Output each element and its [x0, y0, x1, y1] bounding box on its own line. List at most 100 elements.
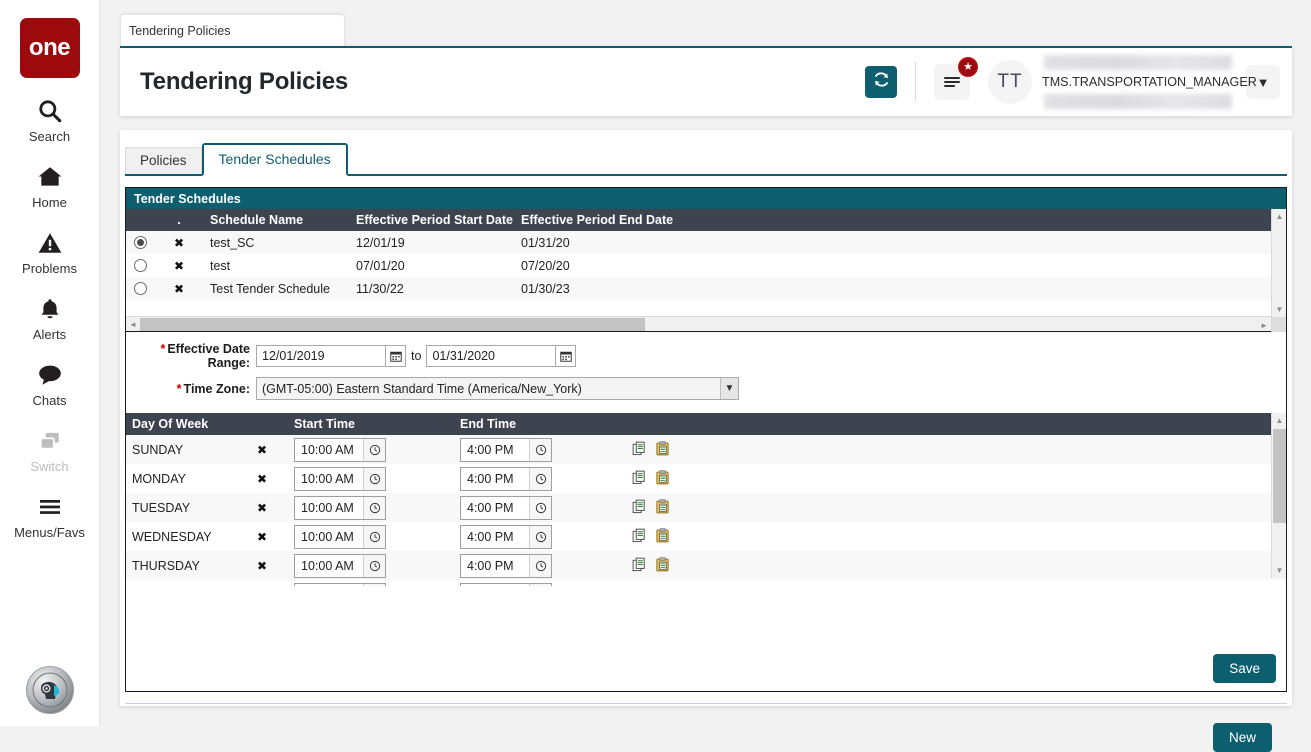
- refresh-icon: [872, 70, 891, 94]
- clock-icon[interactable]: [363, 584, 385, 587]
- end-date-input[interactable]: 01/31/2020: [426, 345, 556, 367]
- calendar-icon[interactable]: [386, 345, 406, 367]
- copy-icon[interactable]: [632, 586, 647, 587]
- column-end-date[interactable]: Effective Period End Date: [515, 213, 945, 227]
- tab-policies[interactable]: Policies: [125, 147, 202, 174]
- table-row[interactable]: WEDNESDAY ✖ 10:00 AM 4:00 PM: [126, 522, 1286, 551]
- timezone-select[interactable]: (GMT-05:00) Eastern Standard Time (Ameri…: [256, 377, 739, 400]
- start-time-input[interactable]: 10:00 AM: [294, 583, 386, 587]
- end-time-input[interactable]: 4:00 PM: [460, 583, 552, 587]
- drag-icon[interactable]: ✖: [236, 560, 288, 572]
- drag-icon[interactable]: ✖: [154, 283, 204, 295]
- copy-icon[interactable]: [632, 441, 647, 459]
- app-logo[interactable]: one: [20, 18, 80, 78]
- row-radio-cell[interactable]: [126, 259, 154, 272]
- avatar[interactable]: TT: [988, 60, 1032, 104]
- refresh-button[interactable]: [865, 66, 897, 98]
- row-radio[interactable]: [134, 259, 147, 272]
- column-day-of-week[interactable]: Day Of Week: [126, 417, 288, 431]
- copy-icon[interactable]: [632, 499, 647, 517]
- scroll-down-icon[interactable]: ▼: [1272, 563, 1287, 578]
- sidebar-item-menus-favs[interactable]: Menus/Favs: [0, 492, 100, 540]
- clock-icon[interactable]: [363, 439, 385, 461]
- copy-icon[interactable]: [632, 470, 647, 488]
- start-time-input[interactable]: 10:00 AM: [294, 438, 386, 462]
- paste-icon[interactable]: [655, 470, 670, 488]
- favorites-menu-button[interactable]: ★: [934, 64, 970, 100]
- copy-icon[interactable]: [632, 557, 647, 575]
- row-radio[interactable]: [134, 282, 147, 295]
- save-button[interactable]: Save: [1213, 654, 1276, 683]
- table-row[interactable]: ✖ test_SC 12/01/19 01/31/20: [126, 231, 1286, 254]
- start-time-input[interactable]: 10:00 AM: [294, 467, 386, 491]
- end-time-input[interactable]: 4:00 PM: [460, 554, 552, 578]
- column-start-date[interactable]: Effective Period Start Date: [350, 213, 515, 227]
- drag-icon[interactable]: ✖: [154, 260, 204, 272]
- scroll-down-icon[interactable]: ▼: [1272, 302, 1287, 317]
- calendar-icon[interactable]: [556, 345, 576, 367]
- clock-icon[interactable]: [529, 526, 551, 548]
- clock-icon[interactable]: [529, 555, 551, 577]
- clock-icon[interactable]: [529, 468, 551, 490]
- column-end-time[interactable]: End Time: [454, 417, 884, 431]
- clock-icon[interactable]: [529, 584, 551, 587]
- drag-icon[interactable]: ✖: [236, 473, 288, 485]
- scroll-up-icon[interactable]: ▲: [1272, 209, 1287, 224]
- end-time-input[interactable]: 4:00 PM: [460, 496, 552, 520]
- table-row[interactable]: THURSDAY ✖ 10:00 AM 4:00 PM: [126, 551, 1286, 580]
- sidebar-item-switch[interactable]: Switch: [0, 426, 100, 474]
- drag-icon[interactable]: ✖: [236, 502, 288, 514]
- clock-icon[interactable]: [529, 497, 551, 519]
- sidebar-item-alerts[interactable]: Alerts: [0, 294, 100, 342]
- start-time-input[interactable]: 10:00 AM: [294, 525, 386, 549]
- schedules-horizontal-scrollbar[interactable]: ◄: [126, 316, 1272, 331]
- row-radio-cell[interactable]: [126, 236, 154, 249]
- chevron-down-icon[interactable]: ▼: [720, 378, 738, 399]
- horizontal-scroll-thumb[interactable]: [140, 318, 645, 331]
- start-date-input[interactable]: 12/01/2019: [256, 345, 386, 367]
- scroll-up-icon[interactable]: ▲: [1272, 413, 1287, 428]
- table-row[interactable]: SUNDAY ✖ 10:00 AM 4:00 PM: [126, 435, 1286, 464]
- column-start-time[interactable]: Start Time: [288, 417, 454, 431]
- clock-icon[interactable]: [363, 555, 385, 577]
- new-button[interactable]: New: [1213, 723, 1272, 752]
- clock-icon[interactable]: [529, 439, 551, 461]
- end-time-input[interactable]: 4:00 PM: [460, 525, 552, 549]
- table-row[interactable]: TUESDAY ✖ 10:00 AM 4:00 PM: [126, 493, 1286, 522]
- sidebar-item-home[interactable]: Home: [0, 162, 100, 210]
- drag-icon[interactable]: ✖: [236, 444, 288, 456]
- day-grid-vertical-scrollbar[interactable]: ▲ ▼: [1271, 413, 1286, 578]
- browser-tab[interactable]: Tendering Policies: [120, 14, 345, 47]
- assistant-avatar-icon[interactable]: [26, 666, 74, 714]
- paste-icon[interactable]: [655, 586, 670, 587]
- clock-icon[interactable]: [363, 526, 385, 548]
- drag-icon[interactable]: ✖: [236, 531, 288, 543]
- sidebar-item-chats[interactable]: Chats: [0, 360, 100, 408]
- sidebar-item-search[interactable]: Search: [0, 96, 100, 144]
- drag-icon[interactable]: ✖: [154, 237, 204, 249]
- scroll-right-icon[interactable]: ►: [1257, 321, 1271, 330]
- schedules-vertical-scrollbar[interactable]: ▲ ▼: [1271, 209, 1286, 317]
- vertical-scroll-thumb[interactable]: [1273, 429, 1286, 523]
- paste-icon[interactable]: [655, 499, 670, 517]
- paste-icon[interactable]: [655, 557, 670, 575]
- sidebar-item-problems[interactable]: Problems: [0, 228, 100, 276]
- table-row[interactable]: ✖ test 07/01/20 07/20/20: [126, 254, 1286, 277]
- paste-icon[interactable]: [655, 528, 670, 546]
- scroll-left-icon[interactable]: ◄: [126, 320, 140, 329]
- row-radio-cell[interactable]: [126, 282, 154, 295]
- start-time-input[interactable]: 10:00 AM: [294, 496, 386, 520]
- end-time-input[interactable]: 4:00 PM: [460, 438, 552, 462]
- table-row[interactable]: FRIDAY ✖ 10:00 AM 4:00 PM: [126, 580, 1286, 586]
- end-time-input[interactable]: 4:00 PM: [460, 467, 552, 491]
- table-row[interactable]: MONDAY ✖ 10:00 AM 4:00 PM: [126, 464, 1286, 493]
- column-schedule-name[interactable]: Schedule Name: [204, 213, 350, 227]
- table-row[interactable]: ✖ Test Tender Schedule 11/30/22 01/30/23: [126, 277, 1286, 300]
- start-time-input[interactable]: 10:00 AM: [294, 554, 386, 578]
- row-radio[interactable]: [134, 236, 147, 249]
- copy-icon[interactable]: [632, 528, 647, 546]
- tab-tender-schedules[interactable]: Tender Schedules: [202, 143, 348, 176]
- clock-icon[interactable]: [363, 497, 385, 519]
- clock-icon[interactable]: [363, 468, 385, 490]
- paste-icon[interactable]: [655, 441, 670, 459]
